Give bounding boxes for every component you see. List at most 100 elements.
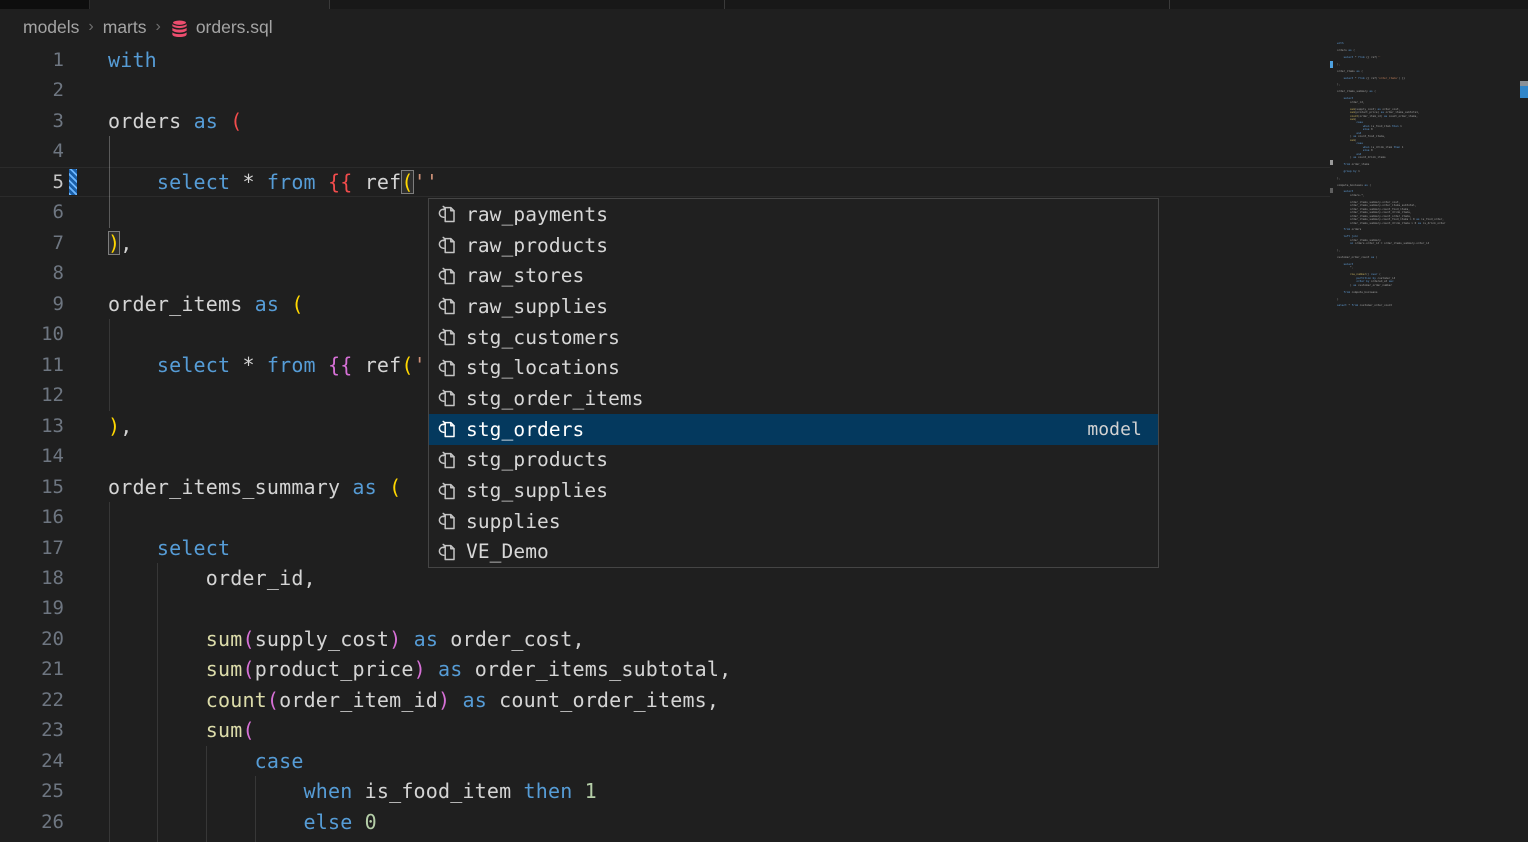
file-reference-icon	[436, 357, 458, 379]
suggestion-item-raw_supplies[interactable]: raw_supplies	[429, 291, 1158, 322]
tab-1[interactable]	[0, 0, 90, 9]
suggestion-item-stg_locations[interactable]: stg_locations	[429, 352, 1158, 383]
gutter-decoration	[64, 289, 108, 319]
suggestion-label: raw_supplies	[466, 295, 608, 318]
gutter-decoration	[64, 502, 108, 532]
modified-line-indicator[interactable]	[64, 167, 108, 197]
line-number[interactable]: 11	[0, 350, 64, 380]
code-line[interactable]: 25 when is_food_item then 1	[0, 776, 1330, 806]
line-number[interactable]: 8	[0, 258, 64, 288]
line-number[interactable]: 12	[0, 380, 64, 410]
overview-ruler-cursor-marker	[1520, 86, 1528, 98]
tab-2-active[interactable]	[90, 0, 330, 9]
file-reference-icon	[436, 295, 458, 317]
gutter-decoration	[64, 136, 108, 166]
gutter-decoration	[64, 685, 108, 715]
gutter-decoration	[64, 228, 108, 258]
breadcrumb-item-file[interactable]: orders.sql	[196, 17, 273, 38]
tab-5[interactable]	[1170, 0, 1528, 9]
gutter-decoration	[64, 746, 108, 776]
code-line[interactable]: 22 count(order_item_id) as count_order_i…	[0, 685, 1330, 715]
code-line[interactable]: 24 case	[0, 746, 1330, 776]
code-line[interactable]: 23 sum(	[0, 715, 1330, 745]
gutter-decoration	[64, 197, 108, 227]
suggestion-item-raw_payments[interactable]: raw_payments	[429, 199, 1158, 230]
line-number[interactable]: 10	[0, 319, 64, 349]
minimap-change-marker	[1330, 160, 1333, 165]
line-number[interactable]: 13	[0, 411, 64, 441]
gutter-decoration	[64, 624, 108, 654]
suggestion-label: raw_products	[466, 234, 608, 257]
minimap[interactable]: with orders as ( select * from {{ ref(''…	[1330, 38, 1511, 358]
line-number[interactable]: 5	[0, 167, 64, 197]
code-line[interactable]: 26 else 0	[0, 807, 1330, 837]
line-number[interactable]: 25	[0, 776, 64, 806]
line-number[interactable]: 1	[0, 45, 64, 75]
gutter-decoration	[64, 411, 108, 441]
line-number[interactable]: 24	[0, 746, 64, 776]
suggestion-item-VE_Demo[interactable]: VE_Demo	[429, 537, 1158, 568]
code-line[interactable]: 1with	[0, 45, 1330, 75]
code-line[interactable]: 4	[0, 136, 1330, 166]
gutter-decoration	[64, 472, 108, 502]
code-line[interactable]: 21 sum(product_price) as order_items_sub…	[0, 654, 1330, 684]
suggestion-item-stg_order_items[interactable]: stg_order_items	[429, 383, 1158, 414]
line-number[interactable]: 26	[0, 807, 64, 837]
line-number[interactable]: 4	[0, 136, 64, 166]
line-number[interactable]: 17	[0, 533, 64, 563]
code-line[interactable]: 20 sum(supply_cost) as order_cost,	[0, 624, 1330, 654]
line-number[interactable]: 9	[0, 289, 64, 319]
suggestion-label: stg_order_items	[466, 387, 644, 410]
tab-4[interactable]	[725, 0, 1170, 9]
line-number[interactable]: 23	[0, 715, 64, 745]
line-number[interactable]: 20	[0, 624, 64, 654]
gutter-decoration	[64, 563, 108, 593]
line-number[interactable]: 19	[0, 593, 64, 623]
chevron-right-icon: ›	[88, 18, 93, 36]
line-number[interactable]: 2	[0, 75, 64, 105]
file-reference-icon	[436, 326, 458, 348]
file-reference-icon	[436, 387, 458, 409]
line-number[interactable]: 16	[0, 502, 64, 532]
suggestion-label: raw_payments	[466, 203, 608, 226]
file-reference-icon	[436, 510, 458, 532]
gutter-decoration	[64, 319, 108, 349]
breadcrumb-item-models[interactable]: models	[23, 17, 79, 38]
line-number[interactable]: 18	[0, 563, 64, 593]
suggest-widget: raw_payments raw_products raw_stores raw…	[428, 198, 1159, 568]
line-number[interactable]: 14	[0, 441, 64, 471]
line-number[interactable]: 22	[0, 685, 64, 715]
suggestion-label: VE_Demo	[466, 540, 549, 563]
minimap-change-marker	[1330, 188, 1333, 193]
code-line[interactable]: 19	[0, 593, 1330, 623]
suggestion-item-stg_customers[interactable]: stg_customers	[429, 322, 1158, 353]
suggestion-label: stg_orders	[466, 418, 584, 441]
file-reference-icon	[436, 418, 458, 440]
gutter-decoration	[64, 75, 108, 105]
gutter-decoration	[64, 654, 108, 684]
line-number[interactable]: 15	[0, 472, 64, 502]
suggestion-label: stg_supplies	[466, 479, 608, 502]
file-reference-icon	[436, 449, 458, 471]
suggestion-item-supplies[interactable]: supplies	[429, 506, 1158, 537]
code-line[interactable]: 3orders as (	[0, 106, 1330, 136]
code-line[interactable]: 5 select * from {{ ref(''	[0, 167, 1330, 197]
suggestion-item-raw_stores[interactable]: raw_stores	[429, 260, 1158, 291]
breadcrumb-item-marts[interactable]: marts	[103, 17, 147, 38]
vscode-editor-window: models › marts › orders.sql 1with23order…	[0, 0, 1528, 842]
file-reference-icon	[436, 480, 458, 502]
suggestion-detail: model	[1087, 419, 1142, 440]
suggestion-item-stg_supplies[interactable]: stg_supplies	[429, 475, 1158, 506]
line-number[interactable]: 7	[0, 228, 64, 258]
line-number[interactable]: 21	[0, 654, 64, 684]
line-number[interactable]: 6	[0, 197, 64, 227]
suggestion-item-stg_products[interactable]: stg_products	[429, 445, 1158, 476]
tab-3[interactable]	[330, 0, 725, 9]
suggestion-label: raw_stores	[466, 264, 584, 287]
suggestion-item-raw_products[interactable]: raw_products	[429, 230, 1158, 261]
suggestion-item-stg_orders[interactable]: stg_orders model	[429, 414, 1158, 445]
code-line[interactable]: 2	[0, 75, 1330, 105]
minimap-code: with orders as ( select * from {{ ref(''…	[1337, 42, 1445, 308]
line-number[interactable]: 3	[0, 106, 64, 136]
file-reference-icon	[436, 265, 458, 287]
